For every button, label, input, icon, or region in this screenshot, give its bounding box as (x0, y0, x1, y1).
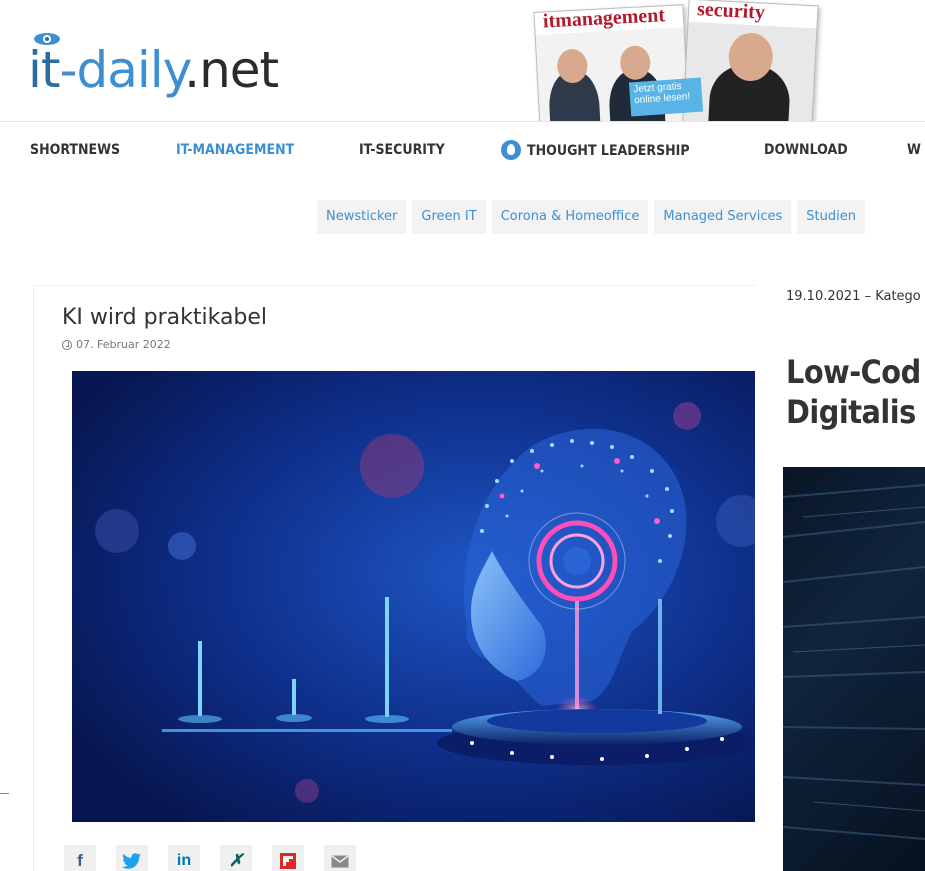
share-bar: f in ✗ (64, 845, 356, 871)
subnav-corona-homeoffice[interactable]: Corona & Homeoffice (491, 200, 649, 234)
subnav-green-it[interactable]: Green IT (412, 200, 486, 234)
nav-item-label: THOUGHT LEADERSHIP (527, 143, 690, 159)
subnav-managed-services[interactable]: Managed Services (654, 200, 792, 234)
facebook-share-button[interactable]: f (64, 845, 96, 871)
article-date-text: 07. Februar 2022 (76, 338, 171, 351)
magazine-banner[interactable]: itmanagement security Jetzt gratis onlin… (525, 0, 825, 122)
clock-icon (62, 339, 72, 350)
email-share-button[interactable] (324, 845, 356, 871)
nav-item-label: DOWNLOAD (764, 142, 848, 158)
nav-item-it-security[interactable]: IT-SECURITY (359, 142, 445, 158)
ai-head-illustration (72, 371, 755, 822)
right-article-image[interactable] (783, 467, 925, 871)
site-logo[interactable]: it-daily.net (28, 30, 348, 110)
twitter-icon (122, 853, 141, 869)
article-date: 07. Februar 2022 (62, 338, 171, 351)
subnav-studien[interactable]: Studien (797, 200, 865, 234)
nav-item-thought-leadership[interactable]: THOUGHT LEADERSHIP (501, 140, 690, 160)
xing-share-button[interactable]: ✗ (220, 845, 252, 871)
magazine-title: security (688, 0, 818, 29)
page-edge-divider (0, 793, 9, 794)
right-article-meta: 19.10.2021 – Katego (786, 289, 921, 304)
article-hero-image[interactable] (72, 371, 755, 822)
logo-part-it: it (28, 41, 60, 99)
envelope-icon (331, 854, 349, 867)
sub-nav: Newsticker Green IT Corona & Homeoffice … (317, 200, 865, 234)
subnav-newsticker[interactable]: Newsticker (317, 200, 407, 234)
nav-item-label: SHORTNEWS (30, 142, 121, 158)
xing-icon: ✗ (228, 851, 244, 870)
logo-part-daily: -daily (59, 41, 186, 99)
nav-item-label: IT-MANAGEMENT (176, 142, 295, 158)
logo-part-net: .net (184, 41, 279, 99)
nav-item-shortnews[interactable]: SHORTNEWS (30, 142, 120, 158)
right-article-title-line: Low-Cod (786, 353, 921, 391)
flipboard-share-button[interactable] (272, 845, 304, 871)
right-article-title-line: Digitalis (786, 393, 916, 431)
nav-item-w[interactable]: W (907, 142, 921, 158)
nav-item-label: W (907, 142, 921, 158)
dark-streaks-illustration (783, 484, 925, 840)
linkedin-share-button[interactable]: in (168, 845, 200, 871)
right-article-title[interactable]: Low-Cod Digitalis (786, 352, 925, 432)
flipboard-icon (280, 853, 296, 869)
nav-item-it-management[interactable]: IT-MANAGEMENT (176, 142, 294, 158)
article-title[interactable]: KI wird praktikabel (62, 305, 267, 330)
thought-leadership-icon (501, 140, 521, 160)
facebook-icon: f (77, 851, 83, 870)
magazine-title: itmanagement (534, 5, 684, 35)
logo-text: it-daily.net (28, 40, 279, 100)
read-online-badge[interactable]: Jetzt gratis online lesen! (628, 77, 704, 117)
nav-item-label: IT-SECURITY (359, 142, 445, 158)
header-divider (0, 121, 925, 122)
nav-item-download[interactable]: DOWNLOAD (764, 142, 848, 158)
twitter-share-button[interactable] (116, 845, 148, 871)
linkedin-icon: in (176, 852, 192, 869)
